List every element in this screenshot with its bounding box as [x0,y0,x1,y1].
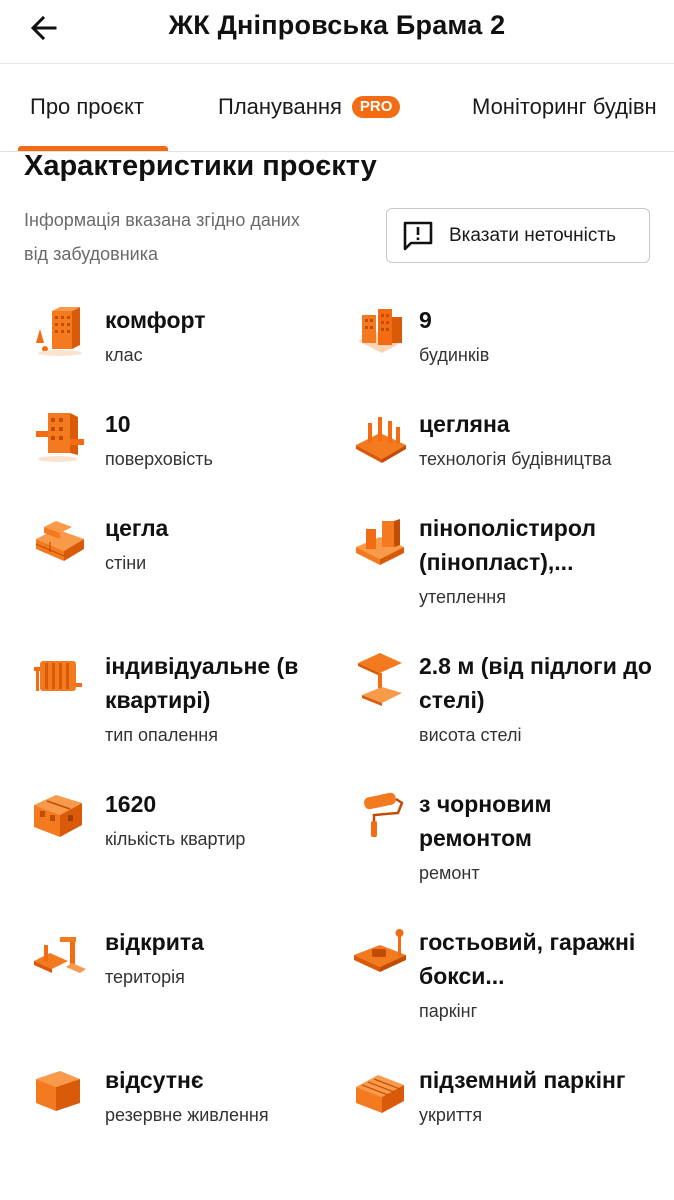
tab-about-project[interactable]: Про проєкт [30,94,144,120]
char-label: клас [105,345,143,365]
info-note-line: від забудовника [24,244,158,264]
info-note-line: Інформація вказана згідно даних [24,210,300,230]
bricks-icon [35,521,84,561]
char-label: утеплення [419,587,506,607]
info-note: Інформація вказана згідно даних від забу… [24,203,364,271]
char-value: 9 [419,307,432,333]
floors-icon [36,413,84,462]
report-inaccuracy-button[interactable]: Вказати неточність [386,208,650,263]
paint-roller-icon [364,792,404,837]
char-label: висота стелі [419,725,522,745]
parking-icon [354,929,406,972]
char-value: цегляна [419,411,510,437]
char-value: індивідуальне (в квартирі) [105,653,299,713]
char-label: поверховість [105,449,213,469]
tab-bar: Про проєкт Планування PRO Моніторинг буд… [0,64,674,152]
tab-label: Про проєкт [30,94,144,119]
char-value: цегла [105,515,169,541]
report-inaccuracy-label: Вказати неточність [449,224,616,246]
char-label: ремонт [419,863,480,883]
buildings-icon [358,309,404,353]
char-value: 1620 [105,791,157,817]
page-title: ЖК Дніпровська Брама 2 [168,10,506,40]
apartments-icon [34,795,82,837]
radiator-icon [34,661,82,691]
char-value: пінополістирол (пінопласт),... [419,515,596,575]
battery-icon [36,1071,80,1111]
tab-label: Моніторинг будівн [472,94,657,119]
char-label: будинків [419,345,490,365]
char-value: з чорновим ремонтом [419,791,552,851]
char-value: відсутнє [105,1067,204,1093]
construction-tech-icon [356,417,406,463]
char-value: 10 [105,411,131,437]
territory-icon [34,937,86,973]
char-label: резервне живлення [105,1105,269,1125]
tab-planning[interactable]: Планування PRO [218,94,401,120]
char-label: укриття [419,1105,483,1125]
pro-badge: PRO [351,96,401,118]
section-title: Характеристики проєкту [24,150,377,182]
char-value: гостьовий, гаражні бокси... [419,929,636,989]
char-value: комфорт [105,307,206,333]
char-label: кількість квартир [105,829,246,849]
app-header: ЖК Дніпровська Брама 2 [0,0,674,64]
char-label: тип опалення [105,725,218,745]
char-label: стіни [105,553,147,573]
ceiling-height-icon [358,653,402,706]
char-value: відкрита [105,929,204,955]
insulation-icon [356,519,404,565]
tab-label: Планування [218,94,342,119]
char-value: підземний паркінг [419,1067,626,1093]
building-class-icon [36,307,82,356]
char-value: 2.8 м (від підлоги до стелі) [419,653,652,713]
char-label: територія [105,967,185,987]
tab-construction-monitoring[interactable]: Моніторинг будівн [472,94,657,120]
feedback-icon [401,219,435,253]
char-label: технологія будівництва [419,449,612,469]
shelter-icon [356,1075,404,1113]
char-label: паркінг [419,1001,478,1021]
